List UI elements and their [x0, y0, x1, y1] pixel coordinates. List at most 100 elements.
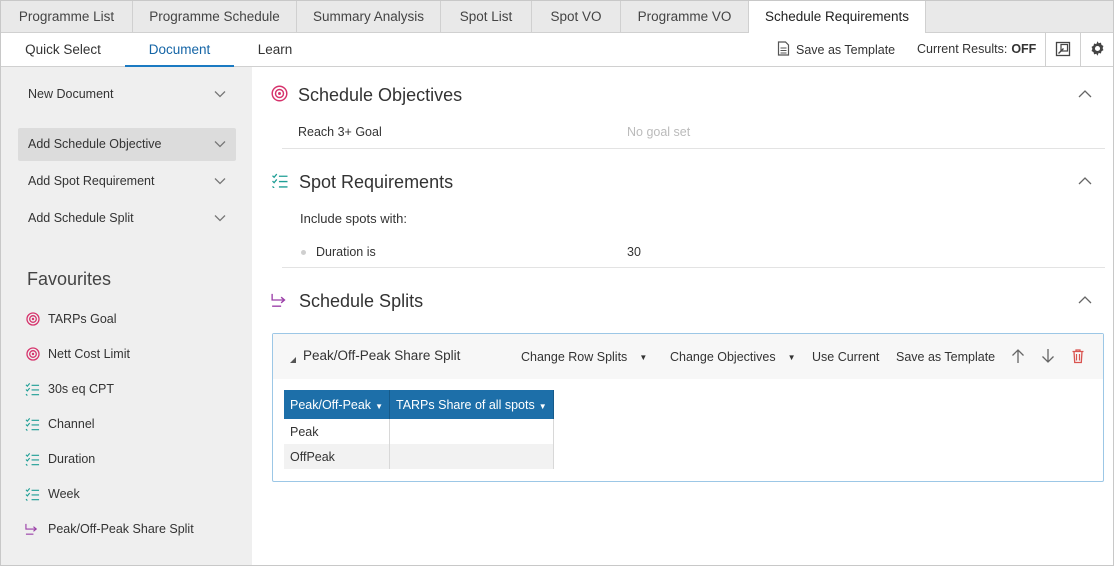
- chevron-up-icon: [1077, 87, 1093, 102]
- collapse-objectives-button[interactable]: [1077, 87, 1095, 105]
- split-table: Peak/Off-Peak ▼ TARPs Share of all spots ▼…: [284, 390, 554, 469]
- use-current-button[interactable]: Use Current: [812, 350, 879, 364]
- rule-value[interactable]: 30: [627, 245, 641, 259]
- panel-save-as-template-button[interactable]: Save as Template: [896, 350, 995, 364]
- tab-summary-analysis[interactable]: Summary Analysis: [297, 1, 441, 33]
- checklist-icon: [25, 382, 40, 397]
- use-current-label: Use Current: [812, 350, 880, 364]
- change-objectives-button[interactable]: Change Objectives ▼: [670, 350, 796, 364]
- divider: [282, 148, 1105, 149]
- split-icon: [25, 522, 40, 537]
- tab-programme-list[interactable]: Programme List: [1, 1, 133, 33]
- popout-button[interactable]: [1045, 33, 1079, 67]
- favourite-label: Channel: [48, 417, 95, 431]
- favourite-channel[interactable]: Channel: [25, 414, 95, 434]
- split-panel: Peak/Off-Peak Share Split Change Row Spl…: [272, 333, 1104, 482]
- target-icon: [25, 312, 40, 327]
- row-value-cell[interactable]: [389, 419, 554, 444]
- row-name-cell: Peak: [284, 419, 390, 444]
- schedule-splits-header: Schedule Splits: [271, 289, 423, 313]
- split-panel-header: Peak/Off-Peak Share Split Change Row Spl…: [273, 334, 1103, 379]
- popout-icon: [1055, 41, 1071, 60]
- collapse-triangle-icon[interactable]: [289, 352, 297, 367]
- tab-programme-vo[interactable]: Programme VO: [621, 1, 749, 33]
- trash-icon[interactable]: [1070, 348, 1086, 364]
- checklist-icon: [25, 417, 40, 432]
- save-as-template-button[interactable]: Save as Template: [777, 33, 895, 67]
- collapse-spot-requirements-button[interactable]: [1077, 174, 1095, 192]
- subtab-quick-select[interactable]: Quick Select: [1, 33, 125, 67]
- sidebar-item-add-schedule-split[interactable]: Add Schedule Split: [18, 202, 236, 235]
- favourite-label: Nett Cost Limit: [48, 347, 130, 361]
- table-row: Peak: [284, 419, 554, 444]
- current-results-toggle[interactable]: Current Results: OFF: [917, 33, 1036, 67]
- column-header-tarps-share[interactable]: TARPs Share of all spots ▼: [389, 390, 554, 419]
- chevron-up-icon: [1077, 293, 1093, 308]
- chevron-down-icon: [214, 202, 226, 235]
- column-header-peak-off-peak[interactable]: Peak/Off-Peak ▼: [284, 390, 390, 419]
- sidebar-item-label: New Document: [28, 87, 114, 101]
- tab-schedule-requirements[interactable]: Schedule Requirements: [749, 1, 926, 34]
- chevron-down-icon: [214, 78, 226, 111]
- arrow-down-icon[interactable]: [1040, 348, 1056, 364]
- target-icon: [271, 85, 288, 105]
- change-row-splits-label: Change Row Splits: [521, 350, 628, 364]
- column-header-label: TARPs Share of all spots: [395, 397, 535, 412]
- sidebar-item-label: Add Schedule Objective: [28, 137, 162, 151]
- target-icon: [25, 347, 40, 362]
- subtab-learn[interactable]: Learn: [241, 33, 309, 67]
- favourite-nett-cost-limit[interactable]: Nett Cost Limit: [25, 344, 130, 364]
- favourite-week[interactable]: Week: [25, 484, 80, 504]
- caret-down-icon: ▼: [787, 352, 796, 362]
- sidebar-item-label: Add Spot Requirement: [28, 174, 155, 188]
- favourite-30s-eq-cpt[interactable]: 30s eq CPT: [25, 379, 114, 399]
- include-spots-intro: Include spots with:: [300, 211, 407, 226]
- panel-save-as-template-label: Save as Template: [896, 350, 996, 364]
- tab-programme-schedule[interactable]: Programme Schedule: [133, 1, 297, 33]
- sidebar-item-add-schedule-objective[interactable]: Add Schedule Objective: [18, 128, 236, 161]
- spot-requirements-header: Spot Requirements: [271, 170, 453, 194]
- row-value-cell[interactable]: [389, 444, 554, 469]
- schedule-objectives-header: Schedule Objectives: [271, 83, 462, 107]
- chevron-down-icon: [214, 165, 226, 198]
- favourite-label: TARPs Goal: [48, 312, 117, 326]
- chevron-up-icon: [1077, 174, 1093, 189]
- change-row-splits-button[interactable]: Change Row Splits ▼: [521, 350, 647, 364]
- goal-value[interactable]: No goal set: [627, 125, 690, 139]
- subtab-document[interactable]: Document: [125, 33, 234, 67]
- checklist-icon: [25, 487, 40, 502]
- favourite-label: Duration: [48, 452, 96, 466]
- favourites-title: Favourites: [27, 269, 112, 289]
- arrow-up-icon[interactable]: [1010, 348, 1026, 364]
- tab-spot-list[interactable]: Spot List: [441, 1, 532, 33]
- current-results-label: Current Results:: [917, 42, 1008, 56]
- bullet-dot: [301, 250, 306, 255]
- chevron-down-icon: [214, 128, 226, 161]
- gear-icon: [1089, 40, 1106, 60]
- caret-down-icon: ▼: [639, 352, 648, 362]
- split-icon: [271, 292, 289, 311]
- favourite-label: Peak/Off-Peak Share Split: [48, 522, 194, 536]
- caret-down-icon: ▼: [375, 401, 383, 411]
- favourite-duration[interactable]: Duration: [25, 449, 95, 469]
- divider: [282, 267, 1105, 268]
- sidebar-item-label: Add Schedule Split: [28, 211, 134, 225]
- caret-down-icon: ▼: [538, 401, 547, 411]
- change-objectives-label: Change Objectives: [670, 350, 776, 364]
- favourite-tarps-goal[interactable]: TARPs Goal: [25, 309, 117, 329]
- tab-spot-vo[interactable]: Spot VO: [532, 1, 621, 33]
- sidebar: New Document Add Schedule Objective Add …: [1, 67, 252, 565]
- favourite-label: Week: [48, 487, 80, 501]
- sidebar-item-add-spot-requirement[interactable]: Add Spot Requirement: [18, 165, 236, 198]
- schedule-objectives-title: Schedule Objectives: [298, 84, 463, 105]
- sidebar-item-new-document[interactable]: New Document: [18, 78, 236, 111]
- app-frame: Programme List Programme Schedule Summar…: [0, 0, 1114, 566]
- main-tab-strip: Programme List Programme Schedule Summar…: [1, 1, 1113, 34]
- settings-button[interactable]: [1080, 33, 1113, 67]
- row-name-cell: OffPeak: [284, 444, 390, 469]
- favourite-peak-off-peak-share-split[interactable]: Peak/Off-Peak Share Split: [25, 519, 194, 539]
- table-row: OffPeak: [284, 444, 554, 469]
- save-as-template-label: Save as Template: [796, 43, 896, 57]
- collapse-schedule-splits-button[interactable]: [1077, 293, 1095, 311]
- current-results-value: OFF: [1011, 42, 1037, 56]
